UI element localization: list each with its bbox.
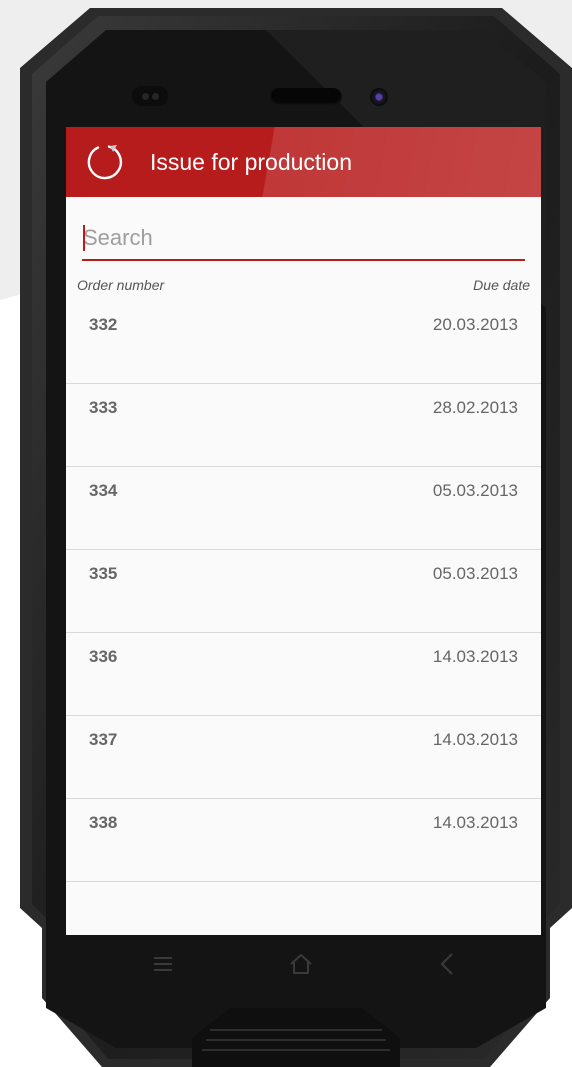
due-date: 14.03.2013	[432, 813, 518, 832]
order-number: 338	[89, 813, 118, 832]
due-date: 28.02.2013	[432, 398, 518, 417]
refresh-icon[interactable]	[86, 143, 124, 181]
order-row[interactable]: 335 05.03.2013	[66, 550, 541, 633]
due-date: 14.03.2013	[432, 647, 518, 666]
menu-icon[interactable]	[148, 949, 178, 979]
column-header-order-number[interactable]: Order number	[77, 277, 164, 293]
order-list: 332 20.03.2013 333 28.02.2013 334 05.03.…	[66, 301, 541, 882]
order-row[interactable]: 334 05.03.2013	[66, 467, 541, 550]
due-date: 05.03.2013	[432, 564, 518, 583]
speaker-grille	[270, 88, 342, 106]
app-screen: Issue for production Order number Due da…	[66, 127, 541, 935]
earpiece-sensor	[132, 86, 168, 106]
order-row[interactable]: 332 20.03.2013	[66, 301, 541, 384]
text-cursor	[83, 225, 85, 251]
order-number: 337	[89, 730, 118, 749]
order-number: 334	[89, 481, 118, 500]
order-number: 333	[89, 398, 118, 417]
order-number: 335	[89, 564, 118, 583]
system-nav-bar	[66, 935, 541, 995]
order-row[interactable]: 337 14.03.2013	[66, 716, 541, 799]
app-bar: Issue for production	[66, 127, 541, 197]
due-date: 20.03.2013	[432, 315, 518, 334]
order-number: 336	[89, 647, 118, 666]
column-header-due-date[interactable]: Due date	[473, 277, 530, 293]
due-date: 14.03.2013	[432, 730, 518, 749]
home-icon[interactable]	[286, 949, 316, 979]
search-field[interactable]	[82, 219, 526, 261]
page-title: Issue for production	[150, 149, 353, 175]
order-row[interactable]: 333 28.02.2013	[66, 384, 541, 467]
order-row[interactable]: 338 14.03.2013	[66, 799, 541, 882]
due-date: 05.03.2013	[432, 481, 518, 500]
order-number: 332	[89, 315, 118, 334]
front-camera	[370, 88, 388, 106]
back-icon[interactable]	[432, 949, 462, 979]
search-input[interactable]	[82, 219, 526, 257]
order-row[interactable]: 336 14.03.2013	[66, 633, 541, 716]
